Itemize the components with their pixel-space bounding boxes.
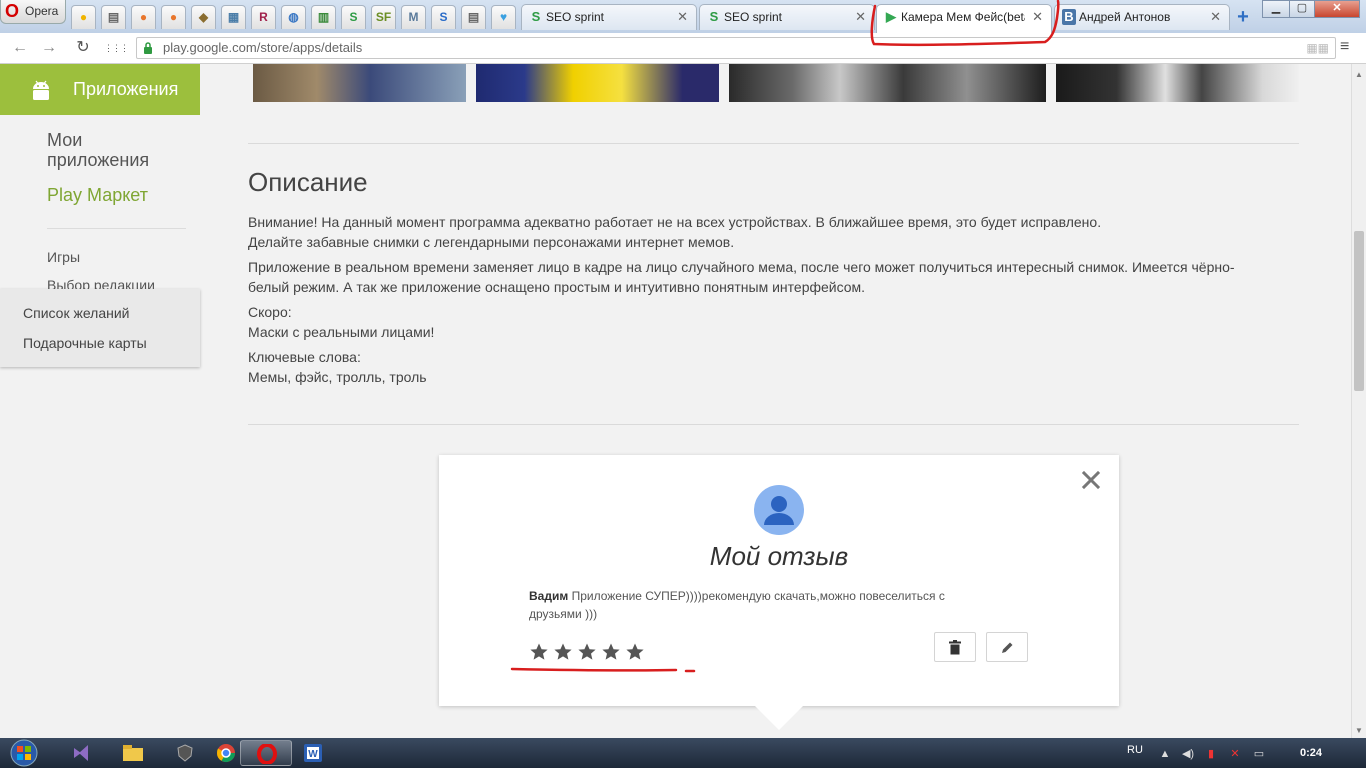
taskbar-app-explorer[interactable] <box>108 740 160 766</box>
red-stars-underline <box>510 667 678 672</box>
folder-icon <box>123 745 143 761</box>
word-icon: W <box>304 744 322 762</box>
windows-taskbar: W RU ▲ ◀) ▮ ✕ ▭ 0:24 <box>0 738 1366 768</box>
windows-start-icon[interactable] <box>4 738 44 768</box>
red-tab-underline <box>870 0 1060 47</box>
chrome-icon <box>216 744 235 763</box>
red-annotation-marks <box>510 0 1060 673</box>
volume-icon[interactable]: ◀) <box>1181 747 1195 761</box>
visual-studio-icon <box>74 745 88 761</box>
language-indicator[interactable]: RU <box>1127 744 1143 756</box>
battery-warning-icon[interactable]: ▮ <box>1204 747 1218 761</box>
svg-text:W: W <box>308 749 318 760</box>
opera-icon <box>257 744 277 764</box>
network-error-icon[interactable]: ✕ <box>1228 747 1242 761</box>
action-center-icon[interactable]: ▭ <box>1252 747 1266 761</box>
taskbar-clock[interactable]: 0:24 <box>1300 747 1322 759</box>
taskbar-app-word[interactable]: W <box>288 740 340 766</box>
show-hidden-icons-arrow-icon[interactable]: ▲ <box>1158 747 1172 761</box>
game-shield-icon <box>177 744 193 762</box>
taskbar-app-opera[interactable] <box>240 740 292 766</box>
taskbar-app-visual-studio[interactable] <box>56 740 108 766</box>
